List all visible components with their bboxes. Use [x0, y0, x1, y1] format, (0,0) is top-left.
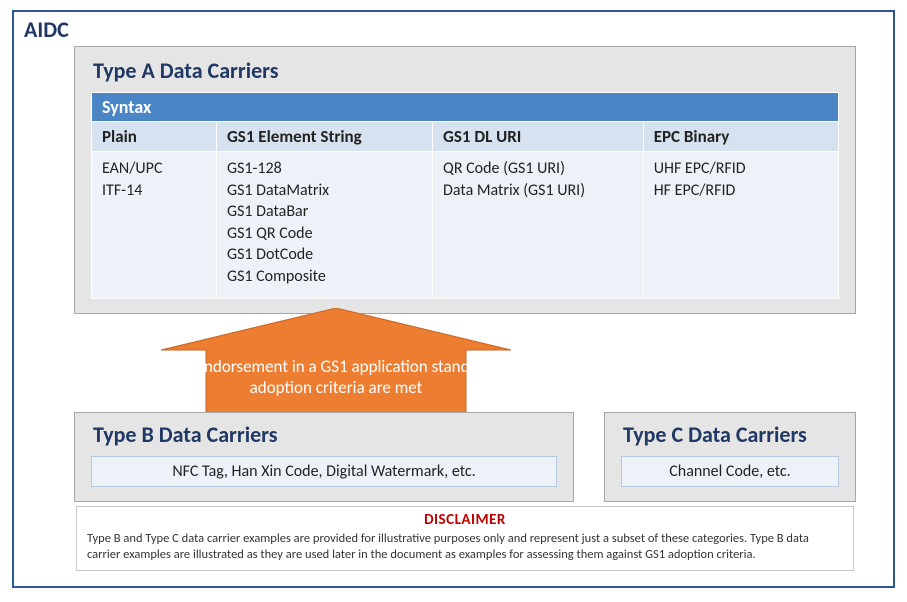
cell-element: GS1-128GS1 DataMatrixGS1 DataBarGS1 QR C…	[216, 152, 432, 299]
arrow-text: Possible endorsement in a GS1 applicatio…	[126, 356, 546, 399]
type-a-panel: Type A Data Carriers Syntax Plain GS1 El…	[74, 46, 856, 314]
type-b-title: Type B Data Carriers	[93, 421, 557, 448]
aidc-title: AIDC	[24, 16, 69, 43]
type-c-examples: Channel Code, etc.	[621, 456, 839, 487]
col-header-dluri: GS1 DL URI	[433, 122, 644, 152]
disclaimer-panel: DISCLAIMER Type B and Type C data carrie…	[76, 506, 854, 571]
disclaimer-title: DISCLAIMER	[87, 511, 843, 529]
col-header-plain: Plain	[92, 122, 217, 152]
type-b-panel: Type B Data Carriers NFC Tag, Han Xin Co…	[74, 412, 574, 502]
type-c-panel: Type C Data Carriers Channel Code, etc.	[604, 412, 856, 502]
aidc-container: AIDC Type A Data Carriers Syntax Plain G…	[12, 10, 895, 588]
col-header-epc: EPC Binary	[643, 122, 838, 152]
type-b-examples: NFC Tag, Han Xin Code, Digital Watermark…	[91, 456, 557, 487]
col-header-element: GS1 Element String	[216, 122, 432, 152]
endorsement-arrow: Possible endorsement in a GS1 applicatio…	[116, 308, 556, 424]
syntax-table: Syntax Plain GS1 Element String GS1 DL U…	[91, 92, 839, 299]
disclaimer-body: Type B and Type C data carrier examples …	[87, 531, 843, 562]
type-c-title: Type C Data Carriers	[623, 421, 839, 448]
syntax-header: Syntax	[92, 93, 839, 122]
cell-epc: UHF EPC/RFIDHF EPC/RFID	[643, 152, 838, 299]
type-a-title: Type A Data Carriers	[93, 57, 839, 84]
cell-plain: EAN/UPCITF-14	[92, 152, 217, 299]
cell-dluri: QR Code (GS1 URI)Data Matrix (GS1 URI)	[433, 152, 644, 299]
